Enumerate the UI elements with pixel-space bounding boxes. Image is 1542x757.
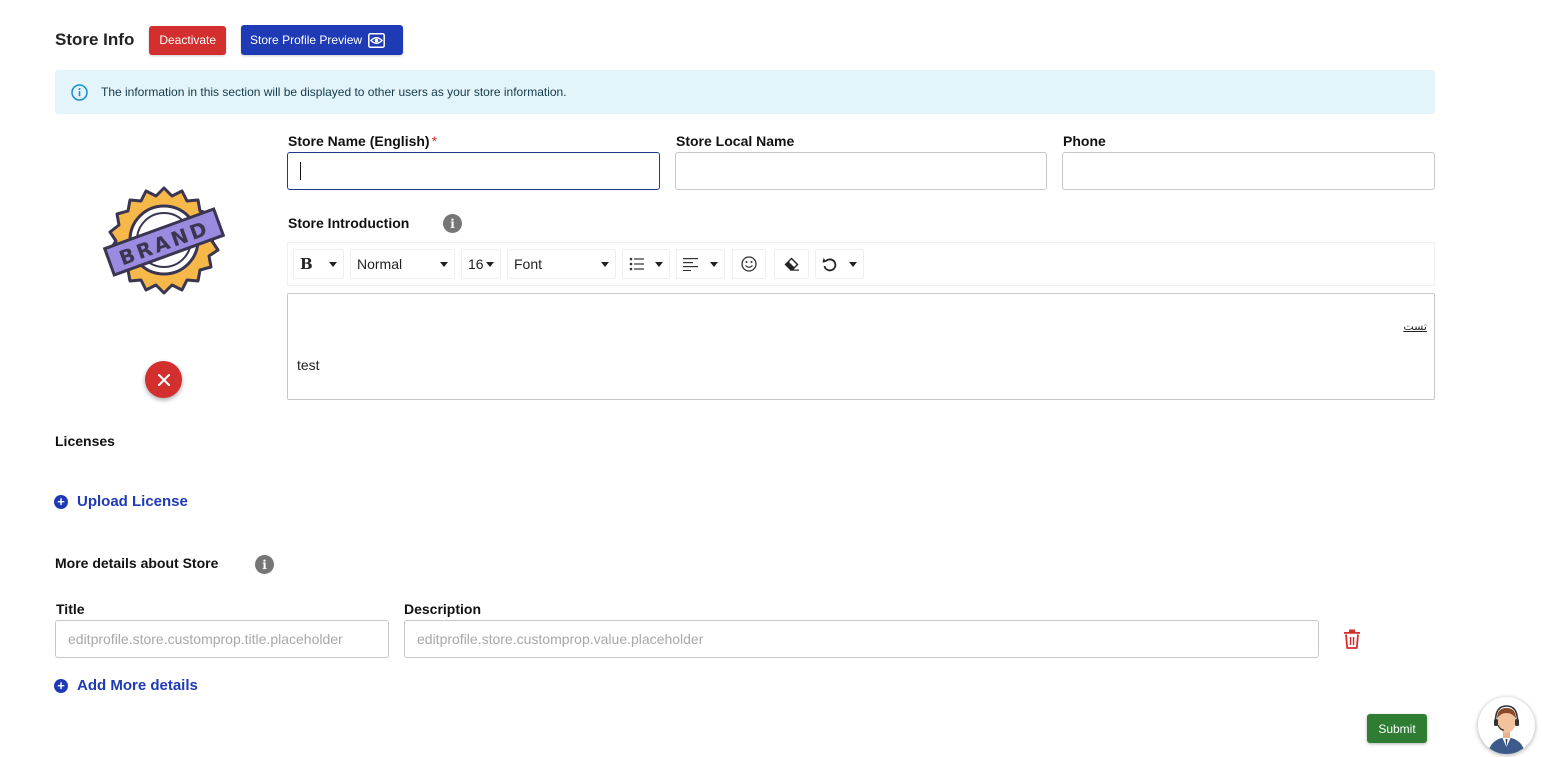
font-family-value: Font: [514, 256, 543, 272]
introduction-info-icon[interactable]: i: [443, 214, 462, 233]
preview-button-label: Store Profile Preview: [250, 33, 363, 47]
eraser-button[interactable]: [774, 249, 809, 279]
text-caret: [300, 162, 301, 180]
editor-toolbar: B Normal 16 Font: [287, 242, 1435, 286]
add-more-details-button[interactable]: + Add More details: [54, 677, 198, 694]
local-name-input[interactable]: [675, 152, 1047, 190]
store-name-input[interactable]: [287, 152, 660, 190]
plus-circle-icon: +: [54, 494, 68, 509]
block-type-dropdown[interactable]: Normal: [350, 249, 455, 279]
custom-title-placeholder: editprofile.store.customprop.title.place…: [68, 631, 343, 647]
submit-button[interactable]: Submit: [1367, 714, 1427, 743]
emoji-button[interactable]: [732, 249, 766, 279]
add-more-details-label: Add More details: [77, 677, 198, 694]
block-type-value: Normal: [357, 256, 403, 272]
chevron-down-icon: [440, 262, 448, 267]
font-family-dropdown[interactable]: Font: [507, 249, 616, 279]
font-size-value: 16: [468, 256, 484, 272]
align-dropdown[interactable]: [676, 249, 725, 279]
info-banner-text: The information in this section will be …: [101, 85, 567, 99]
plus-circle-icon: +: [54, 678, 68, 693]
store-name-label: Store Name (English) *: [288, 133, 437, 149]
store-name-label-text: Store Name (English): [288, 133, 430, 149]
store-logo[interactable]: BRAND: [100, 180, 228, 304]
chevron-down-icon: [710, 262, 718, 267]
trash-icon[interactable]: [1343, 629, 1361, 649]
custom-title-input[interactable]: editprofile.store.customprop.title.place…: [55, 620, 389, 658]
more-details-info-icon[interactable]: i: [255, 555, 274, 574]
deactivate-button[interactable]: Deactivate: [149, 25, 227, 55]
editor-ltr-text: test: [297, 357, 320, 373]
chevron-down-icon: [601, 262, 609, 267]
undo-dropdown[interactable]: [815, 249, 864, 279]
font-size-dropdown[interactable]: 16: [461, 249, 501, 279]
editor-rtl-text: تست: [1403, 321, 1427, 333]
page-title: Store Info: [55, 30, 135, 49]
custom-description-placeholder: editprofile.store.customprop.value.place…: [417, 631, 704, 647]
close-icon: [157, 373, 170, 386]
emoji-icon: [741, 256, 757, 272]
chevron-down-icon: [655, 262, 663, 267]
description-column-label: Description: [404, 601, 482, 617]
eye-icon: [368, 32, 386, 48]
licenses-title: Licenses: [55, 433, 115, 449]
eraser-icon: [784, 257, 799, 271]
store-info-header: Store Info Deactivate Store Profile Prev…: [55, 25, 404, 55]
info-banner: The information in this section will be …: [55, 70, 1435, 114]
support-chat-button[interactable]: [1478, 697, 1535, 754]
bold-icon: B: [300, 255, 313, 273]
undo-icon: [822, 257, 837, 271]
phone-label: Phone: [1063, 133, 1106, 149]
align-left-icon: [683, 258, 698, 271]
custom-description-input[interactable]: editprofile.store.customprop.value.place…: [404, 620, 1319, 658]
more-details-title: More details about Store: [55, 555, 219, 571]
chevron-down-icon: [849, 262, 857, 267]
upload-license-button[interactable]: + Upload License: [54, 493, 188, 510]
chevron-down-icon: [329, 262, 337, 267]
phone-input[interactable]: [1062, 152, 1435, 190]
local-name-label: Store Local Name: [676, 133, 795, 149]
list-dropdown[interactable]: [622, 249, 670, 279]
store-introduction-label: Store Introduction: [288, 215, 410, 231]
title-column-label: Title: [56, 601, 85, 617]
list-icon: [629, 257, 644, 271]
support-agent-icon: [1488, 705, 1525, 754]
store-introduction-editor[interactable]: تست test: [287, 293, 1435, 400]
info-icon: [71, 83, 88, 101]
remove-logo-button[interactable]: [145, 361, 182, 398]
upload-license-label: Upload License: [77, 493, 188, 510]
chevron-down-icon: [486, 262, 494, 267]
store-profile-preview-button[interactable]: Store Profile Preview: [241, 25, 404, 55]
bold-dropdown[interactable]: B: [293, 249, 344, 279]
required-mark: *: [431, 133, 438, 149]
